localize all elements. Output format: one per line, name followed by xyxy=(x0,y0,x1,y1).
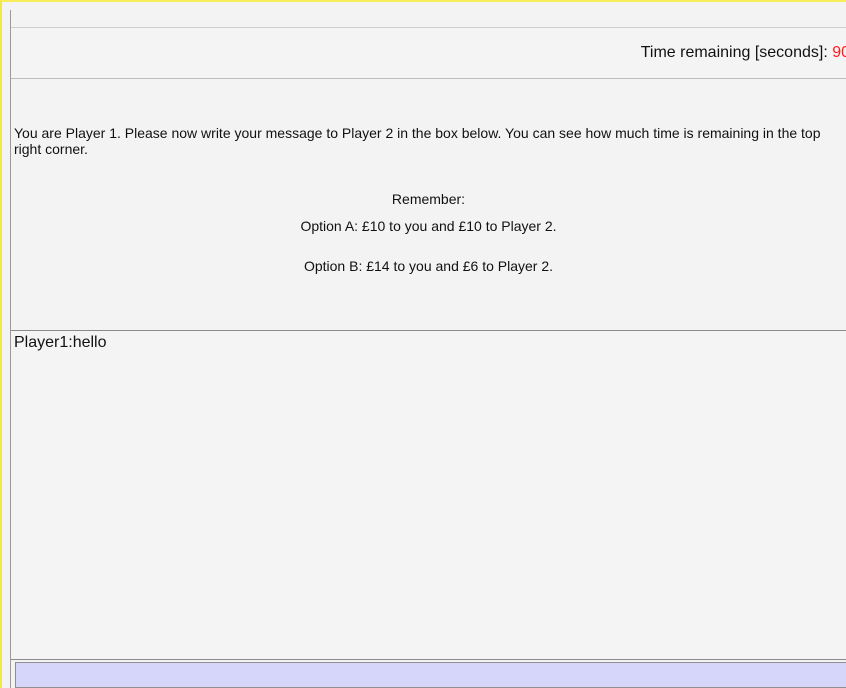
option-b-text: Option B: £14 to you and £6 to Player 2. xyxy=(303,258,554,274)
time-remaining-label: Time remaining [seconds]: xyxy=(640,44,833,61)
reminder-title: Remember: xyxy=(391,191,466,207)
instructions-text: You are Player 1. Please now write your … xyxy=(14,125,821,157)
message-input[interactable] xyxy=(15,662,846,688)
chat-message: Player1:hello xyxy=(14,334,107,351)
header-bar: Time remaining [seconds]: 90 xyxy=(11,27,846,79)
time-remaining: Time remaining [seconds]: 90 xyxy=(641,44,846,62)
app-frame: Time remaining [seconds]: 90 You are Pla… xyxy=(0,0,846,688)
option-a-text: Option A: £10 to you and £10 to Player 2… xyxy=(300,218,557,234)
chat-log[interactable]: Player1:hello xyxy=(11,330,846,660)
time-remaining-value: 90 xyxy=(832,44,846,61)
